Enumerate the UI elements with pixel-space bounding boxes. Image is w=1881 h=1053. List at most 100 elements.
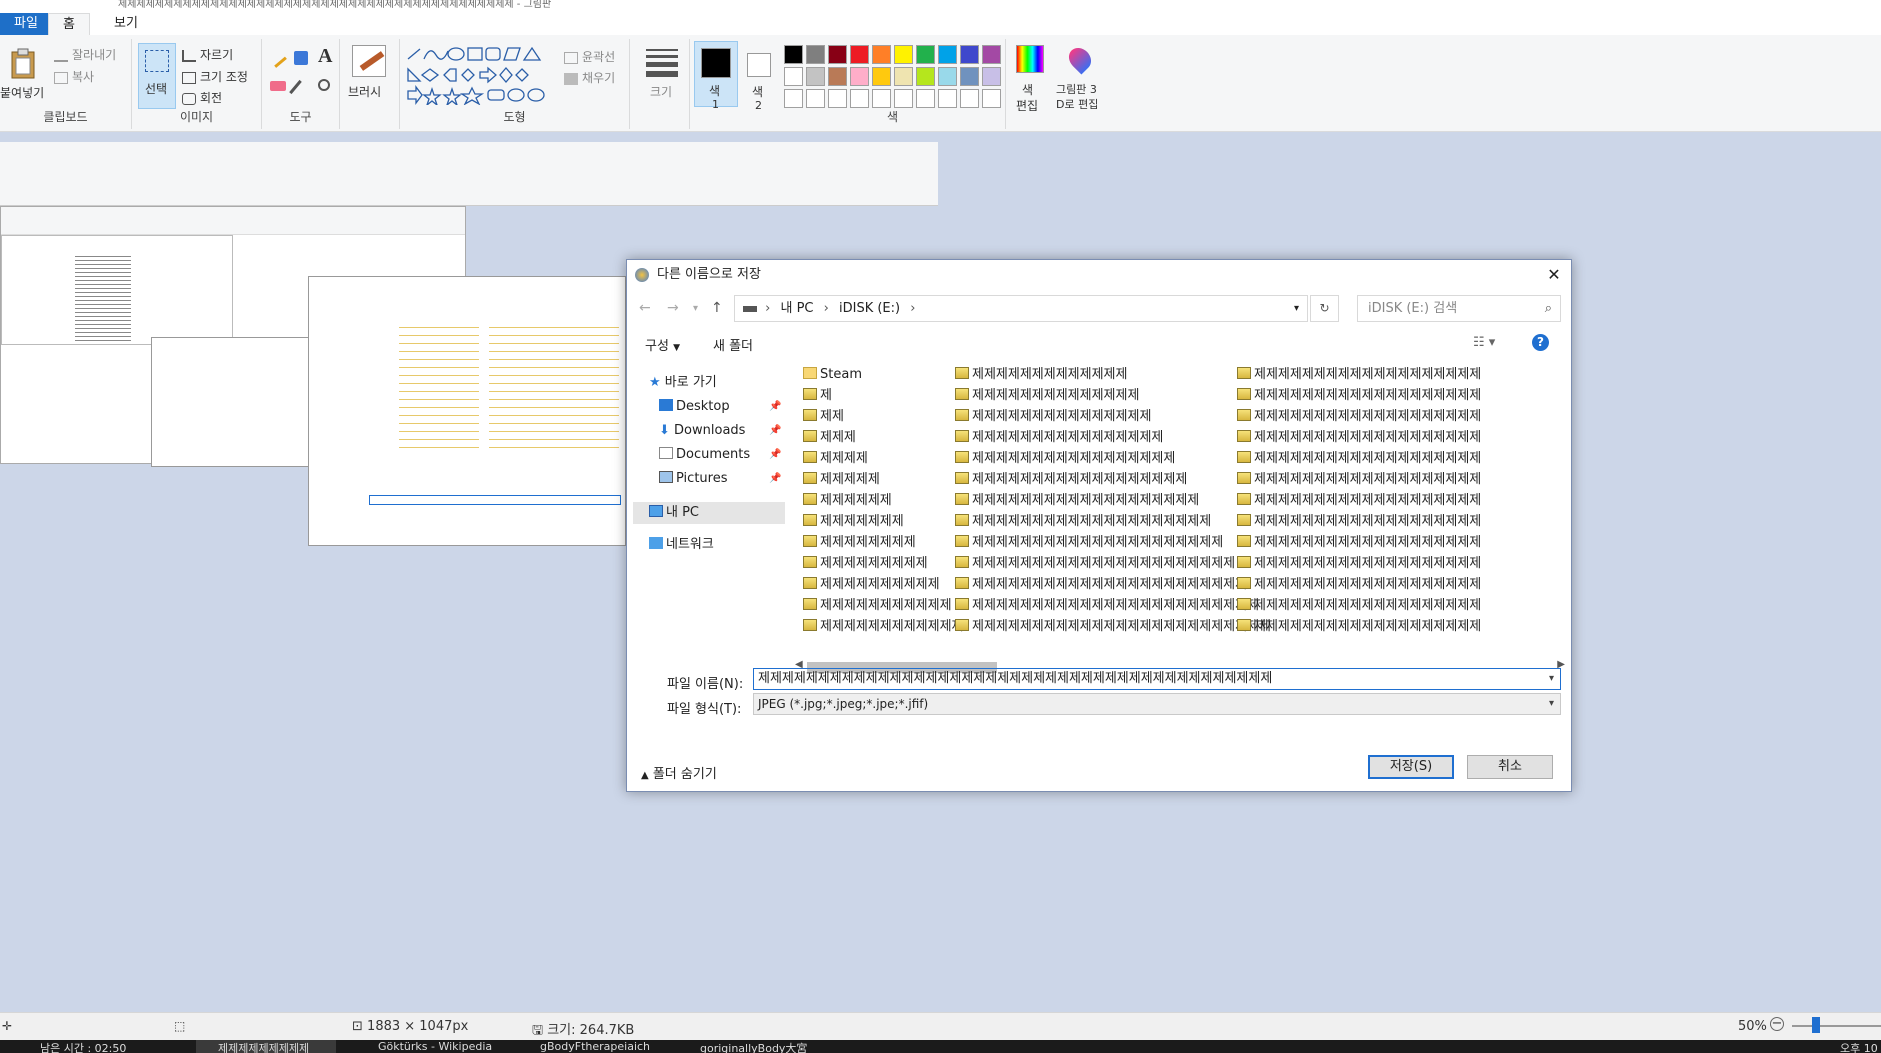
pencil-icon[interactable] bbox=[267, 48, 287, 68]
color-swatch[interactable] bbox=[872, 45, 891, 64]
file-item[interactable]: 제제제제제제제제제제제제제제제제제제제제제제제제제 bbox=[955, 616, 1271, 637]
search-input[interactable]: iDISK (E:) 검색 ⌕ bbox=[1357, 295, 1561, 322]
file-item[interactable]: 제제제제제제제제제제제제제 bbox=[955, 364, 1271, 385]
outline-button[interactable]: 윤곽선 bbox=[564, 48, 615, 65]
color-swatch[interactable] bbox=[982, 45, 1001, 64]
color-picker-icon[interactable] bbox=[289, 79, 302, 95]
address-dropdown-icon[interactable]: ▾ bbox=[1294, 296, 1299, 321]
color-swatch[interactable] bbox=[784, 67, 803, 86]
nav-downloads[interactable]: ⬇ Downloads bbox=[659, 420, 745, 442]
edit-colors-button[interactable]: 색 편집 bbox=[1004, 39, 1054, 129]
filename-input[interactable]: 제제제제제제제제제제제제제제제제제제제제제제제제제제제제제제제제제제제제제제제제… bbox=[753, 668, 1561, 690]
file-item[interactable]: 제제제제제제제제제제 bbox=[803, 574, 964, 595]
file-item[interactable]: 제제제제제제제제제제제제제제제제제제제 bbox=[1237, 490, 1481, 511]
custom-color-slot[interactable] bbox=[806, 89, 825, 108]
file-item[interactable]: 제제제제 bbox=[803, 448, 964, 469]
file-item[interactable]: 제제제제제 bbox=[803, 469, 964, 490]
filetype-dropdown-icon[interactable]: ▾ bbox=[1549, 694, 1554, 714]
color2-button[interactable]: 색 2 bbox=[740, 39, 780, 129]
close-button[interactable]: ✕ bbox=[1543, 264, 1565, 286]
help-icon[interactable]: ? bbox=[1532, 334, 1549, 351]
crop-button[interactable]: 자르기 bbox=[182, 46, 233, 63]
custom-color-slot[interactable] bbox=[784, 89, 803, 108]
taskbar-item-browser-1[interactable]: Göktürks - Wikipedia bbox=[362, 1040, 492, 1053]
color-swatch[interactable] bbox=[938, 67, 957, 86]
color-swatch[interactable] bbox=[828, 67, 847, 86]
file-item[interactable]: 제제제제제제제제제제제제제제제제제제제 bbox=[1237, 406, 1481, 427]
organize-button[interactable]: 구성 ▼ bbox=[645, 335, 680, 354]
hide-folders-button[interactable]: ▲ 폴더 숨기기 bbox=[641, 763, 717, 782]
custom-color-slot[interactable] bbox=[828, 89, 847, 108]
color-swatch[interactable] bbox=[894, 67, 913, 86]
file-item[interactable]: 제제제제제제제제제제제제제제제제제제제 bbox=[1237, 364, 1481, 385]
back-icon[interactable]: ← bbox=[639, 300, 651, 316]
file-item[interactable]: 제제제제제제제제제제제제제제제제제제제 bbox=[955, 490, 1271, 511]
file-item[interactable]: 제제제제제제제제제제제제제제제제제제제 bbox=[1237, 616, 1481, 637]
taskbar-item-paint[interactable]: 제제제제제제제제제 bbox=[196, 1040, 336, 1053]
group-size[interactable]: 크기 bbox=[630, 39, 690, 129]
file-item[interactable]: 제제제제제제제제제제제제제제제제제제제 bbox=[1237, 553, 1481, 574]
file-item[interactable]: 제제제 bbox=[803, 427, 964, 448]
color-swatch[interactable] bbox=[938, 45, 957, 64]
cut-button[interactable]: 잘라내기 bbox=[54, 46, 116, 63]
nav-quick-access[interactable]: ★ 바로 가기 bbox=[649, 372, 717, 394]
file-item[interactable]: 제제제제제제제제제제제제제제제제제제제 bbox=[1237, 532, 1481, 553]
taskbar-item-timer[interactable]: 남은 시간 : 02:50 bbox=[40, 1040, 126, 1053]
file-item[interactable]: 제제제제제제제제제 bbox=[803, 553, 964, 574]
save-button[interactable]: 저장(S) bbox=[1368, 755, 1454, 779]
color-swatch[interactable] bbox=[960, 45, 979, 64]
copy-button[interactable]: 복사 bbox=[54, 68, 94, 85]
text-icon[interactable]: A bbox=[318, 45, 332, 68]
color-swatch[interactable] bbox=[784, 45, 803, 64]
taskbar-item-browser-2[interactable]: gBodyFtherapeiaich bbox=[524, 1040, 650, 1053]
color-swatch[interactable] bbox=[894, 45, 913, 64]
group-brushes[interactable]: 브러시 bbox=[340, 39, 400, 129]
file-item[interactable]: 제제제제제제제제제제제제제제제제제제제 bbox=[1237, 595, 1481, 616]
custom-color-slot[interactable] bbox=[872, 89, 891, 108]
paste-button[interactable]: 붙여넣기 bbox=[0, 84, 44, 101]
color-swatch[interactable] bbox=[916, 67, 935, 86]
file-item[interactable]: 제제제제제제제제제제제제제제제제제제제 bbox=[1237, 574, 1481, 595]
custom-color-slot[interactable] bbox=[982, 89, 1001, 108]
file-item[interactable]: 제제제제제제제제제제제제제제제 bbox=[955, 406, 1271, 427]
fill-button[interactable]: 채우기 bbox=[564, 69, 615, 86]
file-item[interactable]: 제제제제제제제제제제제제제제제제제제 bbox=[955, 469, 1271, 490]
color-swatch[interactable] bbox=[828, 45, 847, 64]
color-swatch[interactable] bbox=[982, 67, 1001, 86]
color-swatch[interactable] bbox=[850, 67, 869, 86]
file-item[interactable]: 제제제제제제제제제제제제제제제제제제제 bbox=[1237, 427, 1481, 448]
shapes-gallery[interactable] bbox=[404, 45, 552, 107]
nav-desktop[interactable]: Desktop bbox=[659, 396, 730, 418]
breadcrumb-this-pc[interactable]: 내 PC bbox=[780, 301, 813, 316]
file-item[interactable]: 제제제제제제제제제제제제제제제제제제제 bbox=[1237, 385, 1481, 406]
recent-dropdown-icon[interactable]: ▾ bbox=[693, 303, 698, 314]
custom-color-slot[interactable] bbox=[916, 89, 935, 108]
file-item[interactable]: 제 bbox=[803, 385, 964, 406]
nav-pictures[interactable]: Pictures bbox=[659, 468, 727, 490]
address-bar[interactable]: › 내 PC › iDISK (E:) › ▾ bbox=[734, 295, 1308, 322]
file-item[interactable]: 제제제제제제제제제제제제제제제제제제제제 bbox=[955, 511, 1271, 532]
eraser-icon[interactable] bbox=[270, 81, 286, 91]
up-icon[interactable]: ↑ bbox=[711, 300, 723, 316]
breadcrumb-drive[interactable]: iDISK (E:) bbox=[839, 301, 900, 316]
forward-icon[interactable]: → bbox=[667, 300, 679, 316]
zoom-out-icon[interactable]: − bbox=[1770, 1017, 1784, 1031]
resize-button[interactable]: 크기 조정 bbox=[182, 68, 248, 85]
nav-this-pc[interactable]: 내 PC bbox=[633, 502, 785, 524]
color-swatch[interactable] bbox=[872, 67, 891, 86]
file-item[interactable]: Steam bbox=[803, 364, 964, 385]
file-item[interactable]: 제제제제제제제제제제제제제제제제제제제제제제 bbox=[955, 553, 1271, 574]
color-swatch[interactable] bbox=[850, 45, 869, 64]
new-folder-button[interactable]: 새 폴더 bbox=[713, 335, 753, 354]
select-button[interactable]: 선택 bbox=[138, 43, 176, 109]
refresh-button[interactable]: ↻ bbox=[1310, 295, 1339, 322]
color-swatch[interactable] bbox=[806, 45, 825, 64]
magnifier-icon[interactable] bbox=[318, 79, 330, 91]
color-swatch[interactable] bbox=[960, 67, 979, 86]
nav-network[interactable]: 네트워크 bbox=[649, 534, 714, 556]
file-item[interactable]: 제제 bbox=[803, 406, 964, 427]
filename-dropdown-icon[interactable]: ▾ bbox=[1549, 669, 1554, 689]
fill-icon[interactable] bbox=[294, 51, 308, 65]
custom-color-slot[interactable] bbox=[850, 89, 869, 108]
file-item[interactable]: 제제제제제제제제 bbox=[803, 532, 964, 553]
